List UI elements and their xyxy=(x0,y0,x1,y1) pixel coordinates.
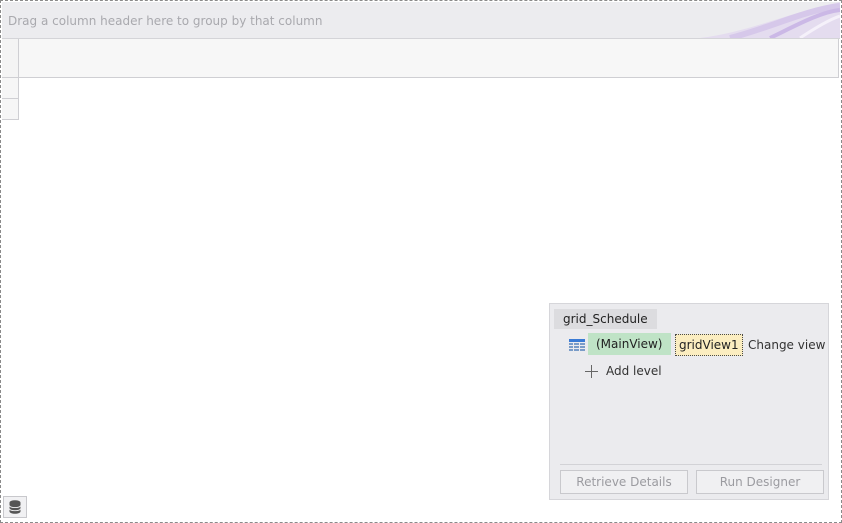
view-name-selector[interactable]: gridView1 xyxy=(675,334,743,356)
main-view-label[interactable]: (MainView) xyxy=(588,333,671,355)
group-panel[interactable]: Drag a column header here to group by th… xyxy=(2,2,840,39)
level-designer-panel: grid_Schedule (MainView) gridView1 Chang… xyxy=(549,303,829,500)
change-view-link[interactable]: Change view xyxy=(748,337,825,353)
run-designer-button[interactable]: Run Designer xyxy=(696,470,824,494)
column-header-panel[interactable] xyxy=(2,39,839,78)
plus-icon xyxy=(585,364,598,378)
retrieve-details-button[interactable]: Retrieve Details xyxy=(560,470,688,494)
grid-name-label: grid_Schedule xyxy=(554,309,657,329)
grid-view-icon xyxy=(569,339,585,351)
grid-control[interactable]: Drag a column header here to group by th… xyxy=(0,0,842,523)
row-indicator[interactable] xyxy=(2,78,19,99)
skin-decoration xyxy=(700,2,840,38)
indicator-header xyxy=(2,39,19,77)
database-icon xyxy=(9,500,21,514)
group-panel-hint: Drag a column header here to group by th… xyxy=(8,14,323,28)
row-indicator[interactable] xyxy=(2,99,19,120)
divider xyxy=(560,464,822,465)
add-level-label: Add level xyxy=(606,364,662,378)
add-level-link[interactable]: Add level xyxy=(585,363,662,379)
data-source-button[interactable] xyxy=(3,496,27,518)
